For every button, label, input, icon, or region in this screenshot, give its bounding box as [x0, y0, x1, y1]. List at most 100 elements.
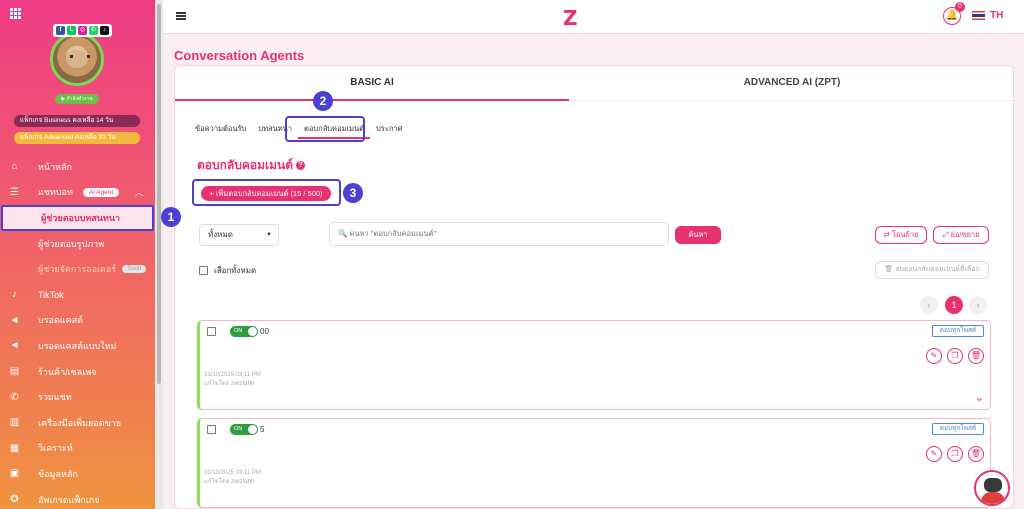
item-toggle[interactable]: ON	[230, 424, 258, 435]
delete-selected-button[interactable]: 🗑 ลบตอบกลับคอมเมนต์ที่เลือก	[875, 261, 989, 279]
sidebar-item-label: เครื่องมือเพิ่มยอดขาย	[38, 417, 122, 428]
edit-icon[interactable]: ✎	[926, 348, 942, 364]
advanced-package-badge: แพ็กเกจ Advanced คงเหลือ 32 วัน	[14, 132, 140, 144]
sidebar-item-label: ผู้ช่วยตอบบทสนทนา	[41, 212, 121, 223]
tiktok-icon[interactable]: ♪	[100, 26, 109, 35]
delete-icon[interactable]: 🗑	[968, 446, 984, 462]
section-title: ตอบกลับคอมเมนต์?	[197, 156, 306, 175]
sidebar-item-label: ร้านค้า/เซลเพจ	[38, 366, 97, 377]
item-type-badge: ตอบทุกโพสต์	[932, 325, 984, 337]
apps-grid-icon[interactable]	[10, 8, 21, 19]
tab-basic-ai[interactable]: BASIC AI	[175, 66, 569, 101]
search-button[interactable]: ค้นหา	[675, 226, 721, 244]
sidebar-item-label: รวมแชท	[38, 392, 72, 403]
highlight-box-subtab	[285, 116, 365, 142]
instagram-icon[interactable]: ◎	[78, 26, 87, 35]
topbar: Z 🔔 0 TH	[163, 0, 1024, 34]
item-date: 31/10/2025 03:11 PM	[204, 372, 261, 378]
sidebar-item-label: ผู้ช่วยจัดการออเดอร์	[38, 264, 117, 275]
item-name: 00	[260, 327, 269, 336]
status-button[interactable]: ▶ กำลังทำงาน	[55, 94, 99, 104]
filter-value: ทั้งหมด	[208, 230, 233, 239]
line-icon[interactable]: L	[67, 26, 76, 35]
search-input[interactable]: 🔍 คนหา "ตอบกลับคอมเมนต์"	[329, 222, 669, 246]
subtab-announcement[interactable]: ประกาศ	[370, 123, 408, 139]
step-marker-2: 2	[313, 91, 333, 111]
sidebar-item-tiktok[interactable]: ♪ TikTok	[0, 282, 155, 308]
filter-select[interactable]: ทั้งหมด ▼	[199, 224, 279, 246]
sidebar-item-label: วิเคราะห์	[38, 443, 73, 454]
sidebar-scrollbar[interactable]	[155, 0, 163, 509]
pagination-current[interactable]: 1	[945, 296, 963, 314]
home-icon: ⌂	[11, 161, 18, 173]
select-all-label: เลือกทั้งหมด	[214, 266, 257, 275]
tools-icon: ▥	[9, 417, 20, 429]
avatar[interactable]	[50, 32, 104, 86]
chat-assistant-bot-icon[interactable]	[974, 470, 1010, 506]
item-toggle[interactable]: ON	[230, 326, 258, 337]
sidebar-item-label: หน้าหลัก	[38, 161, 73, 172]
chevron-up-icon[interactable]: ︿	[135, 187, 143, 198]
tab-bar: BASIC AI ADVANCED AI (ZPT)	[175, 66, 1013, 101]
chevron-down-icon[interactable]: ⌄	[975, 391, 984, 404]
social-links: f L ◎ ✆ ♪	[53, 24, 112, 37]
help-icon[interactable]: ?	[296, 161, 306, 171]
select-all-checkbox[interactable]	[199, 266, 208, 275]
delete-icon[interactable]: 🗑	[968, 348, 984, 364]
copy-icon[interactable]: ❐	[947, 446, 963, 462]
caret-down-icon: ▼	[266, 232, 272, 238]
sidebar-item-conversation-agent[interactable]: ผู้ช่วยตอบบทสนทนา	[1, 205, 154, 231]
sidebar-item-label: แชทบอท	[38, 187, 73, 198]
ai-agent-tag: Ai Agent	[82, 187, 120, 197]
analytics-icon: ▦	[9, 442, 20, 454]
language-selector[interactable]: TH	[990, 10, 1003, 21]
main-card: BASIC AI ADVANCED AI (ZPT) ข้อความต้อนรั…	[174, 65, 1014, 509]
item-name: 5	[260, 425, 265, 434]
sidebar-item-sales-tools[interactable]: ▥ เครื่องมือเพิ่มยอดขาย	[0, 410, 155, 436]
edit-icon[interactable]: ✎	[926, 446, 942, 462]
sidebar-item-master-data[interactable]: ▣ ข้อมูลหลัก	[0, 461, 155, 487]
logo[interactable]: Z	[563, 6, 578, 30]
chat-icon: ☰	[10, 186, 19, 198]
hamburger-menu-icon[interactable]	[176, 12, 186, 20]
megaphone-icon: ◄	[9, 314, 20, 326]
item-author: แก้ไขโดย zwizfahh	[204, 479, 255, 485]
item-checkbox[interactable]	[207, 327, 216, 336]
comment-reply-item[interactable]: ON 5 ตอบทุกโพสต์ ✎ ❐ 🗑 31/10/2025 03:11 …	[197, 418, 991, 508]
facebook-icon[interactable]: f	[56, 26, 65, 35]
sidebar-item-broadcast[interactable]: ◄ บรอดแคสต์	[0, 308, 155, 334]
item-author: แก้ไขโดย zwizfahh	[204, 381, 255, 387]
sidebar-item-image-agent[interactable]: ผู้ช่วยตอบรูปภาพ	[0, 231, 155, 257]
item-type-badge: ตอบทุกโพสต์	[932, 423, 984, 435]
sidebar-item-order-agent: ผู้ช่วยจัดการออเดอร์ Soon	[0, 256, 155, 282]
sidebar-item-chatbot[interactable]: ☰ แชทบอท Ai Agent ︿	[0, 180, 155, 206]
sidebar-item-store[interactable]: ▤ ร้านค้า/เซลเพจ	[0, 359, 155, 385]
sidebar-item-label: ผู้ช่วยตอบรูปภาพ	[38, 238, 105, 249]
sidebar-item-broadcast-new[interactable]: ◄ บรอดแคสต์แบบใหม่	[0, 333, 155, 359]
select-all[interactable]: เลือกทั้งหมด	[199, 264, 256, 277]
collapse-expand-button[interactable]: ⤢ ย่อ/ขยาย	[933, 226, 989, 244]
sidebar-item-all-chats[interactable]: ✆ รวมแชท	[0, 384, 155, 410]
thai-flag-icon[interactable]	[972, 11, 985, 20]
whatsapp-icon[interactable]: ✆	[89, 26, 98, 35]
sidebar-item-upgrade[interactable]: ✪ อัพเกรดแพ็กเกจ	[0, 487, 155, 509]
pagination-prev[interactable]: ‹	[920, 296, 938, 314]
sidebar: f L ◎ ✆ ♪ ▶ กำลังทำงาน แพ็กเกจ Business …	[0, 0, 155, 509]
store-icon: ▤	[9, 366, 20, 378]
upgrade-icon: ✪	[10, 494, 19, 506]
tab-advanced-ai[interactable]: ADVANCED AI (ZPT)	[595, 66, 989, 101]
business-package-badge: แพ็กเกจ Business คงเหลือ 14 วัน	[14, 115, 140, 127]
soon-badge: Soon	[122, 265, 147, 274]
megaphone-new-icon: ◄	[9, 340, 20, 352]
data-icon: ▣	[9, 468, 20, 480]
sidebar-item-analytics[interactable]: ▦ วิเคราะห์	[0, 436, 155, 462]
pagination-next[interactable]: ›	[969, 296, 987, 314]
item-checkbox[interactable]	[207, 425, 216, 434]
move-button[interactable]: ⇄ โอนย้าย	[875, 226, 927, 244]
subtab-welcome[interactable]: ข้อความต้อนรับ	[189, 123, 252, 139]
copy-icon[interactable]: ❐	[947, 348, 963, 364]
scrollbar-thumb[interactable]	[157, 4, 161, 384]
search-placeholder: คนหา "ตอบกลับคอมเมนต์"	[349, 229, 437, 238]
comment-reply-item[interactable]: ON 00 ตอบทุกโพสต์ ✎ ❐ 🗑 31/10/2025 03:11…	[197, 320, 991, 410]
sidebar-item-home[interactable]: ⌂ หน้าหลัก	[0, 154, 155, 180]
